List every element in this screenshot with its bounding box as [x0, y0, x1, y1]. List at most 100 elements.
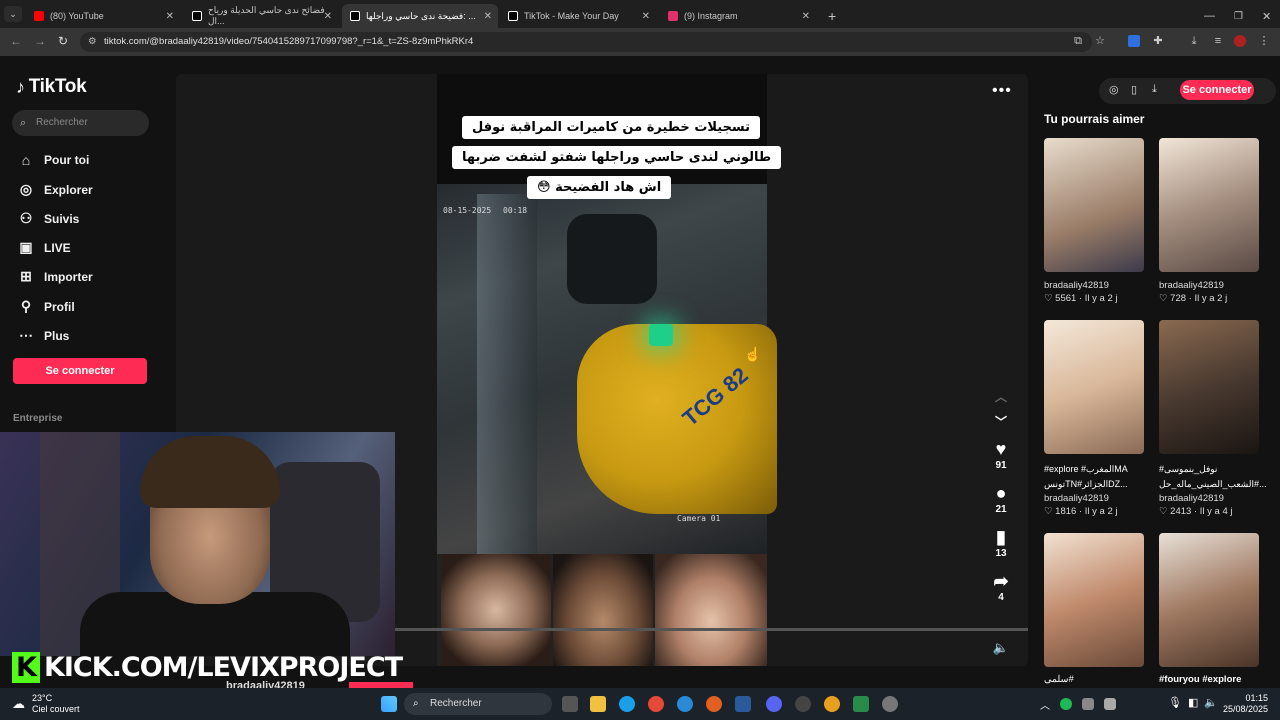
spotify-icon[interactable] — [1060, 698, 1072, 710]
bookmark-star-icon[interactable]: ☆ — [1094, 35, 1106, 47]
comment-button[interactable]: ● 21 — [984, 484, 1018, 515]
tab-search-button[interactable]: ⌄ — [4, 6, 22, 22]
discord-icon[interactable] — [766, 696, 782, 712]
more-icon: ⋯ — [19, 327, 33, 343]
video-thumbnail[interactable] — [1044, 138, 1144, 272]
close-window-icon[interactable]: ✕ — [1254, 4, 1279, 28]
search-input[interactable]: ⌕ Rechercher — [12, 110, 149, 136]
site-info-icon[interactable]: ⚙ — [88, 32, 97, 52]
prev-video-icon[interactable]: ︿ — [984, 388, 1018, 405]
chrome-active-icon[interactable] — [824, 696, 840, 712]
tab-tiktok-home[interactable]: TikTok - Make Your Day ✕ — [500, 4, 656, 28]
close-icon[interactable]: ✕ — [802, 11, 810, 22]
video-thumbnail[interactable] — [1044, 533, 1144, 667]
tray-chevron-icon[interactable]: ︿ — [1040, 697, 1050, 712]
network-icon[interactable]: ◧ — [1188, 696, 1198, 709]
new-tab-button[interactable]: + — [820, 4, 840, 28]
menu-kebab-icon[interactable]: ⋮ — [1258, 35, 1270, 47]
weather-widget[interactable]: 23°C Ciel couvert — [32, 693, 80, 715]
app-green-icon[interactable] — [853, 696, 869, 712]
url-field[interactable]: ⚙ tiktok.com/@bradaaliy42819/video/75404… — [80, 32, 1092, 52]
tab-title: فضائح ندى حاسي الحديلة ورياح ال... — [208, 5, 325, 26]
heart-outline-icon: ♡ — [1044, 506, 1056, 517]
download-icon[interactable]: ⤓ — [1188, 35, 1200, 47]
download-app-icon[interactable]: ⤓ — [1152, 83, 1157, 96]
sidebar-item-pour-toi[interactable]: ⌂ Pour toi — [16, 152, 90, 168]
minimize-icon[interactable]: — — [1196, 4, 1223, 28]
sidebar-item-suivis[interactable]: ⚇ Suivis — [16, 210, 80, 227]
task-view-icon[interactable] — [562, 696, 578, 712]
back-icon[interactable]: ← — [10, 34, 22, 48]
save-button[interactable]: ▮ 13 — [984, 528, 1018, 559]
avatar[interactable] — [1234, 35, 1246, 47]
thumb-user[interactable]: bradaaliy42819 — [1159, 280, 1224, 291]
sidebar-item-explorer[interactable]: ◎ Explorer — [16, 181, 93, 198]
tab-youtube[interactable]: (80) YouTube ✕ — [26, 4, 180, 28]
thumb-likes: 5561 — [1055, 293, 1077, 304]
close-icon[interactable]: ✕ — [166, 11, 174, 22]
face-2 — [553, 554, 653, 666]
like-button[interactable]: ♥ 91 — [984, 440, 1018, 471]
sidebar-item-live[interactable]: ▣ LIVE — [16, 239, 70, 256]
extension-icon[interactable] — [1128, 35, 1140, 47]
device-icon[interactable]: ▯ — [1131, 83, 1137, 96]
volume-icon[interactable]: 🔈 — [984, 640, 1018, 656]
close-icon[interactable]: ✕ — [484, 11, 492, 22]
thumb-age: Il y a 2 j — [1084, 293, 1118, 304]
heart-icon: ♥ — [995, 439, 1007, 459]
forward-icon[interactable]: → — [34, 34, 46, 48]
file-explorer-icon[interactable] — [590, 696, 606, 712]
clock-date: 25/08/2025 — [1222, 704, 1268, 714]
video-thumbnail[interactable] — [1044, 320, 1144, 454]
windows-start-icon[interactable] — [381, 696, 397, 712]
close-icon[interactable]: ✕ — [324, 11, 332, 22]
sidebar-item-plus[interactable]: ⋯ Plus — [16, 327, 69, 344]
tray-app-icon[interactable] — [1104, 698, 1116, 710]
edge-icon[interactable] — [619, 696, 635, 712]
tray-app-icon[interactable] — [1082, 698, 1094, 710]
chrome-icon[interactable] — [648, 696, 664, 712]
maximize-icon[interactable]: ❐ — [1226, 4, 1251, 28]
firefox-icon[interactable] — [706, 696, 722, 712]
extensions-puzzle-icon[interactable]: ✚ — [1152, 35, 1164, 47]
tab-title: (80) YouTube — [50, 11, 104, 21]
reload-icon[interactable]: ↻ — [58, 34, 68, 48]
coins-icon[interactable]: ◎ — [1109, 83, 1119, 96]
tab-instagram[interactable]: (9) Instagram ✕ — [660, 4, 816, 28]
share-button[interactable]: ➦ 4 — [984, 572, 1018, 603]
vscode-icon[interactable] — [735, 696, 751, 712]
tab-tiktok-1[interactable]: فضائح ندى حاسي الحديلة ورياح ال... ✕ — [184, 4, 338, 28]
youtube-icon — [34, 11, 44, 21]
settings-gear-icon[interactable] — [795, 696, 811, 712]
microphone-icon[interactable]: 🎙 — [1168, 696, 1182, 709]
media-icon[interactable]: ≡ — [1212, 35, 1224, 47]
next-video-icon[interactable]: ﹀ — [984, 413, 1018, 430]
tiktok-logo[interactable]: ♪ TikTok — [16, 76, 87, 98]
section-heading-entreprise: Entreprise — [13, 413, 63, 424]
thumb-stats: ♡ 2413 · Il y a 4 j — [1159, 506, 1233, 517]
close-icon[interactable]: ✕ — [642, 11, 650, 22]
login-button[interactable]: Se connecter — [13, 358, 147, 384]
media-player-icon[interactable] — [882, 696, 898, 712]
live-icon: ▣ — [19, 239, 33, 255]
header-login-button[interactable]: Se connecter — [1180, 80, 1254, 100]
video-thumbnail[interactable] — [1159, 320, 1259, 454]
app-icon[interactable] — [677, 696, 693, 712]
thumb-user[interactable]: bradaaliy42819 — [1159, 493, 1224, 504]
thumb-user[interactable]: bradaaliy42819 — [1044, 280, 1109, 291]
video-thumbnail[interactable] — [1159, 533, 1259, 667]
taskbar-search[interactable]: ⌕ Rechercher — [404, 693, 552, 715]
volume-tray-icon[interactable]: 🔈 — [1204, 696, 1218, 709]
video-progress-bar[interactable] — [395, 628, 1028, 631]
thumb-stats: ♡ 728 · Il y a 2 j — [1159, 293, 1228, 304]
sidebar-item-label: Pour toi — [44, 153, 90, 167]
tab-tiktok-active[interactable]: فضيحة ندى حاسي وراجلها: ... ✕ — [342, 4, 498, 28]
sidebar-item-importer[interactable]: ⊞ Importer — [16, 268, 93, 285]
more-options-icon[interactable]: ••• — [992, 82, 1012, 100]
sidebar-item-profil[interactable]: ⚲ Profil — [16, 298, 75, 315]
video-thumbnail[interactable] — [1159, 138, 1259, 272]
thumb-caption: سلمى# — [1044, 674, 1074, 685]
thumb-user[interactable]: bradaaliy42819 — [1044, 493, 1109, 504]
install-icon[interactable]: ⧉ — [1072, 35, 1084, 47]
clock[interactable]: 01:15 25/08/2025 — [1220, 693, 1268, 715]
